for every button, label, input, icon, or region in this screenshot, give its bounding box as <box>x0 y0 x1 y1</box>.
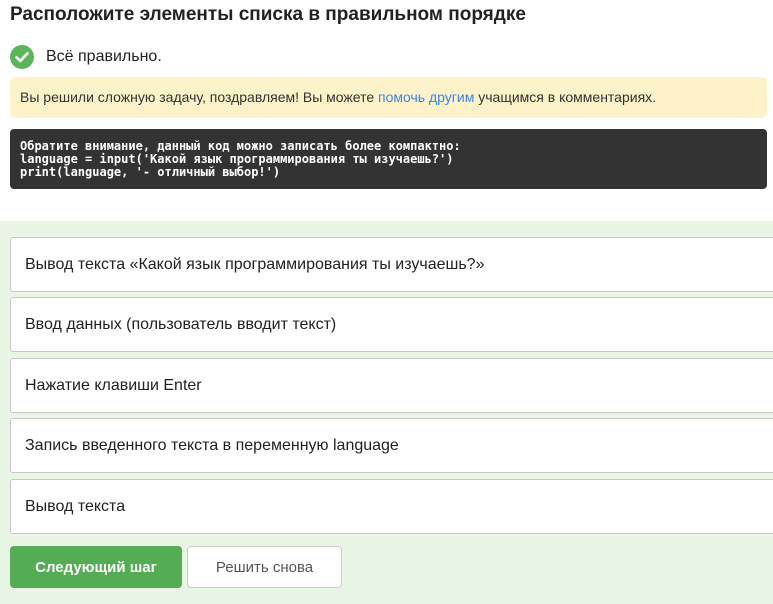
help-others-link[interactable]: помочь другим <box>378 89 474 105</box>
solve-again-button[interactable]: Решить снова <box>187 546 342 588</box>
status-text: Всё правильно. <box>46 48 162 65</box>
sortable-option[interactable]: Ввод данных (пользователь вводит текст) <box>10 297 773 352</box>
sortable-option[interactable]: Нажатие клавиши Enter <box>10 358 773 413</box>
next-step-button[interactable]: Следующий шаг <box>10 546 182 588</box>
sortable-option[interactable]: Вывод текста <box>10 479 773 534</box>
task-title: Расположите элементы списка в правильном… <box>10 4 526 25</box>
check-circle-icon <box>10 45 34 69</box>
code-line: print(language, '- отличный выбор!') <box>20 165 281 179</box>
sortable-option[interactable]: Запись введенного текста в переменную la… <box>10 418 773 473</box>
sortable-option[interactable]: Вывод текста «Какой язык программировани… <box>10 237 773 292</box>
notice-text-after: учащимся в комментариях. <box>474 89 657 105</box>
code-block: Обратите внимание, данный код можно запи… <box>10 129 767 189</box>
congrats-notice: Вы решили сложную задачу, поздравляем! В… <box>10 77 767 118</box>
notice-text-before: Вы решили сложную задачу, поздравляем! В… <box>20 89 379 105</box>
result-status: Всё правильно. <box>10 45 162 69</box>
